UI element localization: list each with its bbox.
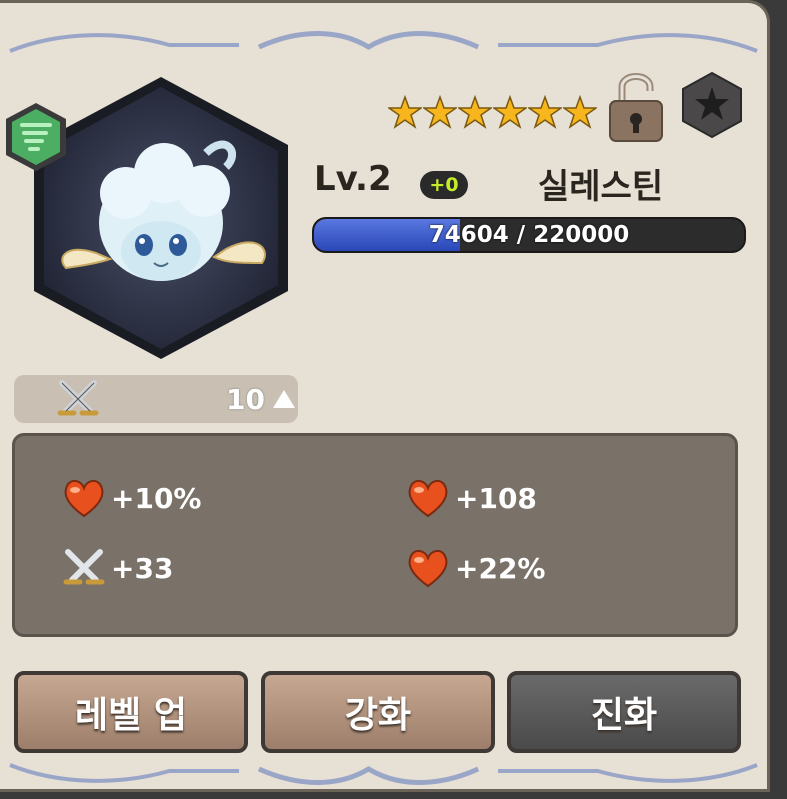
evolve-button[interactable]: 진화 xyxy=(507,671,741,753)
star-icon xyxy=(493,95,527,129)
crossed-swords-icon xyxy=(57,380,99,416)
combat-power-bar: 10 xyxy=(14,375,298,423)
star-icon xyxy=(528,95,562,129)
rank-star-badge-icon[interactable] xyxy=(680,71,744,139)
star-icon xyxy=(423,95,457,129)
heart-icon xyxy=(408,480,448,518)
stat-value: +108 xyxy=(455,481,537,515)
stat-value: +33 xyxy=(111,551,174,585)
character-detail-panel: Lv.2 +0 실레스틴 74604 / 220000 10 +10% +108… xyxy=(0,0,770,792)
experience-bar: 74604 / 220000 xyxy=(312,217,746,253)
top-ornament xyxy=(0,21,767,61)
star-icon xyxy=(388,95,422,129)
stat-item: +108 xyxy=(405,474,537,522)
star-rating xyxy=(388,95,597,135)
bottom-ornament xyxy=(0,755,767,795)
heart-icon xyxy=(408,550,448,588)
unlock-icon[interactable] xyxy=(606,67,666,145)
combat-power-value: 10 xyxy=(226,383,265,416)
enhance-button[interactable]: 강화 xyxy=(261,671,495,753)
star-icon xyxy=(563,95,597,129)
level-up-button[interactable]: 레벨 업 xyxy=(14,671,248,753)
wind-element-icon xyxy=(2,101,70,173)
character-level: Lv.2 xyxy=(314,159,392,199)
enhance-plus-badge: +0 xyxy=(420,171,468,199)
crossed-swords-icon xyxy=(63,549,105,585)
up-arrow-icon xyxy=(273,390,295,408)
heart-icon xyxy=(64,480,104,518)
stat-item: +22% xyxy=(405,544,545,592)
stat-item: +33 xyxy=(61,544,173,592)
experience-text: 74604 / 220000 xyxy=(428,222,630,248)
stats-panel: +10% +108 +33 +22% xyxy=(12,433,738,637)
stat-item: +10% xyxy=(61,474,201,522)
stat-value: +22% xyxy=(455,551,546,585)
star-icon xyxy=(458,95,492,129)
character-name: 실레스틴 xyxy=(538,167,664,207)
stat-value: +10% xyxy=(111,481,202,515)
